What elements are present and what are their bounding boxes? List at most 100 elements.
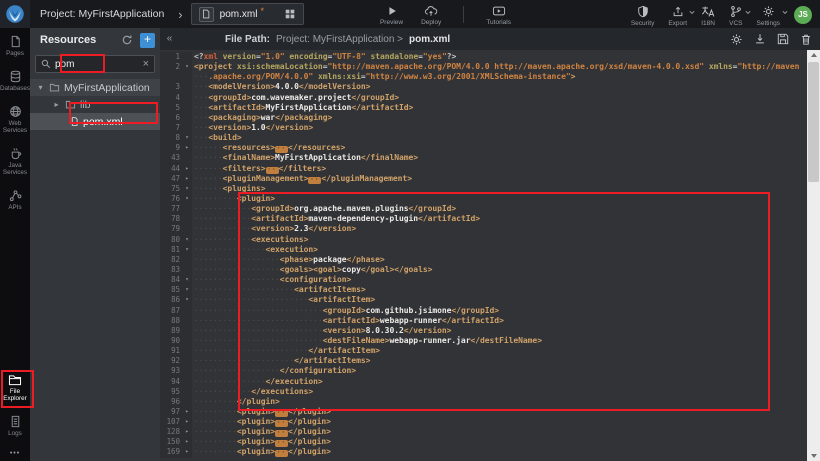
i18n-button[interactable]: I18N	[701, 5, 715, 27]
tutorials-button[interactable]: Tutorials	[486, 5, 511, 26]
security-button[interactable]: Security	[631, 5, 654, 27]
export-button[interactable]: Export	[668, 5, 687, 27]
preview-button[interactable]: Preview	[380, 5, 403, 26]
code-line[interactable]: 88···························<artifactId…	[160, 316, 807, 326]
code-line[interactable]: 82··················<phase>package</phas…	[160, 255, 807, 265]
folded-code-pill[interactable]: ··	[275, 430, 288, 437]
resources-search-input[interactable]: pom ×	[35, 55, 155, 73]
code-line[interactable]: 4···<groupId>com.wavemaker.project</grou…	[160, 93, 807, 103]
code-line[interactable]: 95············</executions>	[160, 387, 807, 397]
code-line[interactable]: 7···<version>1.0</version>	[160, 123, 807, 133]
code-line[interactable]: 75▾······<plugins>	[160, 184, 807, 194]
refresh-icon[interactable]	[121, 34, 133, 46]
folded-code-pill[interactable]: ··	[308, 177, 321, 184]
tree-item-pom-xml[interactable]: pom.xml	[30, 113, 160, 130]
code-line[interactable]: 92·····················</artifactItems>	[160, 356, 807, 366]
fold-open-icon[interactable]: ▾	[182, 275, 192, 285]
fold-closed-icon[interactable]: ▸	[182, 447, 192, 457]
code-line[interactable]: 97▸·········<plugin>··</plugin>	[160, 407, 807, 417]
delete-trash-icon[interactable]	[800, 33, 812, 46]
fold-open-icon[interactable]: ▾	[182, 62, 192, 72]
sidebar-item-file-explorer[interactable]: File Explorer	[0, 374, 30, 402]
user-avatar[interactable]: JS	[794, 6, 812, 24]
code-line[interactable]: 43······<finalName>MyFirstApplication</f…	[160, 153, 807, 163]
code-line[interactable]: 93··················</configuration>	[160, 366, 807, 376]
fold-open-icon[interactable]: ▾	[182, 295, 192, 305]
code-line[interactable]: 44▸······<filters>··</filters>	[160, 164, 807, 174]
code-line[interactable]: 77············<groupId>org.apache.maven.…	[160, 204, 807, 214]
scroll-down-icon[interactable]	[807, 451, 820, 461]
deploy-button[interactable]: Deploy	[421, 5, 441, 26]
fold-open-icon[interactable]: ▾	[182, 184, 192, 194]
sidebar-item-logs[interactable]: Logs	[0, 415, 30, 437]
code-line[interactable]: 47▸······<pluginManagement>··</pluginMan…	[160, 174, 807, 184]
project-name[interactable]: Project: MyFirstApplication	[40, 8, 164, 20]
fold-open-icon[interactable]: ▾	[182, 194, 192, 204]
code-line[interactable]: ···.apache.org/POM/4.0.0" xmlns:xsi="htt…	[160, 72, 807, 82]
folded-code-pill[interactable]: ··	[275, 410, 288, 417]
folded-code-pill[interactable]: ··	[275, 146, 288, 153]
code-line[interactable]: 94···············</execution>	[160, 377, 807, 387]
sidebar-item-databases[interactable]: Databases	[0, 70, 30, 92]
download-icon[interactable]	[754, 33, 766, 45]
clear-search-icon[interactable]: ×	[143, 58, 149, 70]
file-settings-gear-icon[interactable]	[730, 33, 743, 46]
code-line[interactable]: 169▸·········<plugin>··</plugin>	[160, 447, 807, 457]
fold-closed-icon[interactable]: ▸	[182, 427, 192, 437]
code-area[interactable]: 1<?xml version="1.0" encoding="UTF-8" st…	[160, 52, 807, 461]
code-line[interactable]: 150▸·········<plugin>··</plugin>	[160, 437, 807, 447]
editor-scrollbar[interactable]	[807, 50, 820, 461]
code-line[interactable]: 84▾··················<configuration>	[160, 275, 807, 285]
sidebar-item-pages[interactable]: Pages	[0, 35, 30, 57]
code-line[interactable]: 96·········</plugin>	[160, 397, 807, 407]
code-line[interactable]: 91························</artifactItem…	[160, 346, 807, 356]
code-line[interactable]: 6···<packaging>war</packaging>	[160, 113, 807, 123]
fold-open-icon[interactable]: ▾	[182, 235, 192, 245]
code-editor[interactable]: 1<?xml version="1.0" encoding="UTF-8" st…	[160, 50, 820, 461]
code-line[interactable]: 81▾···············<execution>	[160, 245, 807, 255]
settings-button[interactable]: Settings	[757, 5, 781, 27]
vcs-button[interactable]: VCS	[729, 5, 742, 27]
add-resource-button[interactable]: +	[140, 33, 155, 48]
folded-code-pill[interactable]: ··	[275, 450, 288, 457]
fold-closed-icon[interactable]: ▸	[182, 143, 192, 153]
code-line[interactable]: 2▾<project xsi:schemaLocation="http://ma…	[160, 62, 807, 72]
tree-item-project-root[interactable]: ▾ MyFirstApplication	[30, 79, 160, 96]
collapse-panel-icon[interactable]: «	[162, 32, 177, 47]
tab-grid-icon[interactable]	[284, 8, 296, 20]
export-chevron-down-icon[interactable]	[689, 10, 695, 15]
sidebar-item-java-services[interactable]: Java Services	[0, 147, 30, 176]
fold-open-icon[interactable]: ▾	[182, 285, 192, 295]
tree-item-lib[interactable]: ▸ lib	[30, 96, 160, 113]
save-icon[interactable]	[777, 33, 789, 45]
folded-code-pill[interactable]: ··	[275, 420, 288, 427]
caret-down-icon[interactable]: ▾	[36, 83, 45, 92]
code-line[interactable]: 90···························<destFileNa…	[160, 336, 807, 346]
tab-pom-xml[interactable]: pom.xml *	[191, 3, 304, 25]
settings-chevron-down-icon[interactable]	[782, 10, 788, 15]
fold-open-icon[interactable]: ▾	[182, 133, 192, 143]
code-line[interactable]: 3···<modelVersion>4.0.0</modelVersion>	[160, 82, 807, 92]
wavemaker-logo[interactable]	[0, 0, 30, 28]
code-line[interactable]: 9▸······<resources>··</resources>	[160, 143, 807, 153]
code-line[interactable]: 80▾············<executions>	[160, 235, 807, 245]
code-line[interactable]: 78············<artifactId>maven-dependen…	[160, 214, 807, 224]
fold-closed-icon[interactable]: ▸	[182, 417, 192, 427]
code-line[interactable]: 85▾·····················<artifactItems>	[160, 285, 807, 295]
code-line[interactable]: 87···························<groupId>co…	[160, 306, 807, 316]
code-line[interactable]: 128▸·········<plugin>··</plugin>	[160, 427, 807, 437]
code-line[interactable]: 8▾···<build>	[160, 133, 807, 143]
folded-code-pill[interactable]: ··	[275, 440, 288, 447]
fold-closed-icon[interactable]: ▸	[182, 437, 192, 447]
scroll-up-icon[interactable]	[807, 50, 820, 60]
code-line[interactable]: 76▾·········<plugin>	[160, 194, 807, 204]
folded-code-pill[interactable]: ··	[266, 167, 279, 174]
more-options-icon[interactable]: •••	[10, 450, 20, 457]
vcs-chevron-down-icon[interactable]	[745, 10, 751, 15]
fold-open-icon[interactable]: ▾	[182, 245, 192, 255]
code-line[interactable]: 89···························<version>8.…	[160, 326, 807, 336]
code-line[interactable]: 1<?xml version="1.0" encoding="UTF-8" st…	[160, 52, 807, 62]
scrollbar-thumb[interactable]	[808, 62, 819, 182]
code-line[interactable]: 83··················<goals><goal>copy</g…	[160, 265, 807, 275]
sidebar-item-web-services[interactable]: Web Services	[0, 105, 30, 134]
